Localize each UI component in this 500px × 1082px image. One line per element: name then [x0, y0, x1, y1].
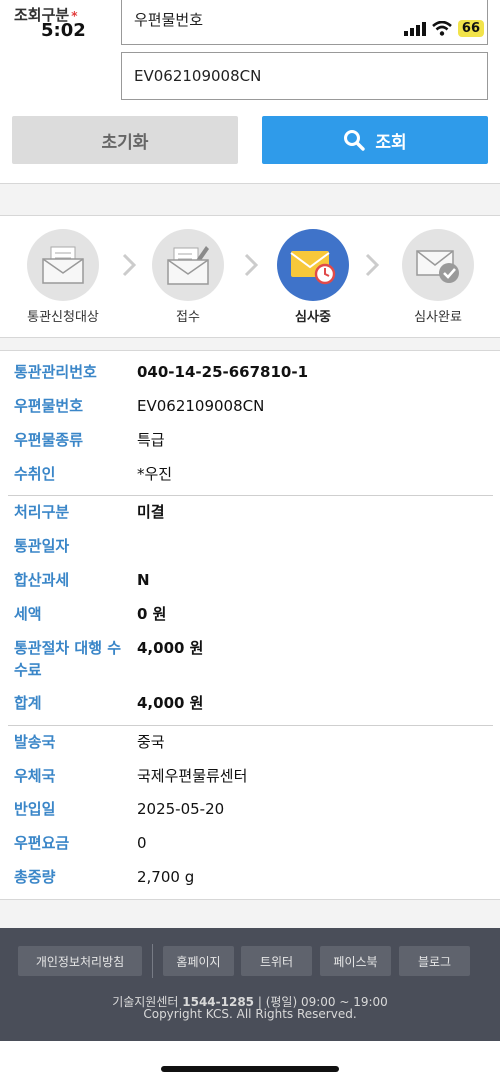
- step-review-complete: 심사완료: [402, 229, 474, 325]
- step-label: 심사완료: [414, 310, 462, 325]
- info-value: 4,000 원: [137, 639, 204, 657]
- info-value: N: [137, 571, 150, 589]
- info-label: 우편요금: [14, 834, 70, 852]
- step-label: 통관신청대상: [27, 310, 99, 325]
- footer-link-privacy[interactable]: 개인정보처리방침: [18, 946, 142, 976]
- mail-document-icon: [42, 246, 84, 284]
- info-value: 중국: [137, 733, 165, 751]
- status-time: 5:02: [41, 20, 86, 41]
- mail-edit-icon: [167, 246, 209, 285]
- info-label: 발송국: [14, 733, 56, 751]
- step-label: 접수: [176, 310, 200, 325]
- info-label: 통관일자: [14, 537, 70, 555]
- footer-separator: [152, 944, 153, 978]
- info-label: 우편물번호: [14, 397, 84, 415]
- footer-link-facebook[interactable]: 페이스북: [320, 946, 391, 976]
- status-icons: 66: [403, 20, 484, 37]
- step-customs-target: 통관신청대상: [27, 229, 99, 325]
- footer-link-blog[interactable]: 블로그: [399, 946, 470, 976]
- info-value: EV062109008CN: [137, 397, 265, 415]
- info-label: 합계: [14, 694, 42, 712]
- footer-link-homepage[interactable]: 홈페이지: [163, 946, 234, 976]
- info-value: 국제우편물류센터: [137, 767, 248, 785]
- copyright: Copyright KCS. All Rights Reserved.: [143, 1007, 357, 1021]
- signal-icon: [403, 21, 426, 36]
- section-divider: [0, 183, 500, 216]
- wifi-icon: [432, 21, 452, 36]
- step-label: 심사중: [295, 310, 331, 325]
- step-received: 접수: [152, 229, 224, 325]
- info-value: 미결: [137, 503, 165, 521]
- section-divider: [0, 899, 500, 929]
- search-button-label: 조회: [375, 132, 407, 153]
- mail-number-input[interactable]: EV062109008CN: [121, 52, 488, 100]
- info-label: 통관관리번호: [14, 363, 97, 381]
- mail-number-value: EV062109008CN: [134, 67, 262, 85]
- reset-button-label: 초기화: [101, 132, 149, 153]
- info-value: 2025-05-20: [137, 800, 225, 818]
- info-value: *우진: [137, 465, 173, 483]
- info-label: 우편물종류: [14, 431, 84, 449]
- search-button[interactable]: 조회: [262, 116, 488, 164]
- info-value: 4,000 원: [137, 694, 204, 712]
- info-label: 통관절차 대행 수수료: [14, 639, 122, 679]
- chevron-right-icon: [122, 253, 137, 277]
- info-value: 0 원: [137, 605, 167, 623]
- info-label: 수취인: [14, 465, 56, 483]
- row-divider: [8, 495, 493, 496]
- chevron-right-icon: [365, 253, 380, 277]
- info-value: 특급: [137, 431, 165, 449]
- info-value: 040-14-25-667810-1: [137, 363, 309, 381]
- info-label: 세액: [14, 605, 42, 623]
- search-type-value: 우편물번호: [134, 11, 204, 29]
- row-divider: [8, 725, 493, 726]
- info-label: 총중량: [14, 868, 56, 886]
- info-label: 합산과세: [14, 571, 70, 589]
- mail-check-icon: [416, 250, 459, 283]
- section-divider: [0, 337, 500, 351]
- info-label: 반입일: [14, 800, 56, 818]
- info-value: 0: [137, 834, 147, 852]
- footer-link-twitter[interactable]: 트위터: [241, 946, 312, 976]
- info-label: 우체국: [14, 767, 56, 785]
- reset-button[interactable]: 초기화: [12, 116, 238, 164]
- mail-clock-icon: [290, 251, 336, 285]
- footer: 개인정보처리방침 홈페이지 트위터 페이스북 블로그 기술지원센터 1544-1…: [0, 928, 500, 1041]
- info-label: 처리구분: [14, 503, 70, 521]
- step-under-review: 심사중: [277, 229, 349, 325]
- info-value: 2,700 g: [137, 868, 195, 886]
- home-indicator: [161, 1066, 339, 1072]
- chevron-right-icon: [244, 253, 259, 277]
- battery-indicator: 66: [457, 20, 484, 37]
- search-icon: [344, 130, 366, 151]
